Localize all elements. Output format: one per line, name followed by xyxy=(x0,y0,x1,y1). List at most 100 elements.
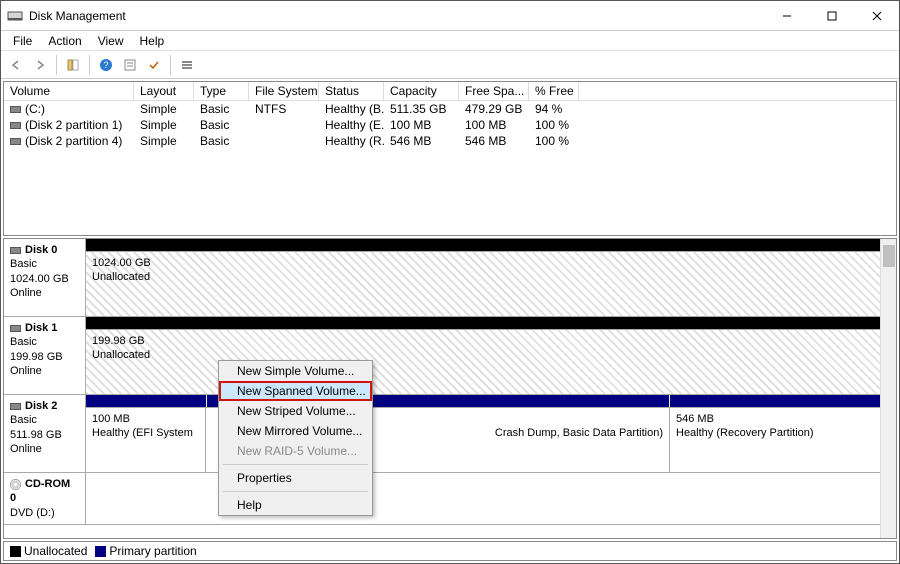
refresh-button[interactable] xyxy=(62,54,84,76)
bar-primary xyxy=(86,395,206,407)
volume-fs: NTFS xyxy=(249,101,319,117)
disk-name: Disk 2 xyxy=(25,400,57,412)
menu-help[interactable]: Help xyxy=(132,32,173,50)
volume-layout: Simple xyxy=(134,101,194,117)
toolbar-separator xyxy=(56,55,57,75)
volume-row[interactable]: (Disk 2 partition 4) Simple Basic Health… xyxy=(4,133,896,149)
list-button[interactable] xyxy=(176,54,198,76)
col-filesystem[interactable]: File System xyxy=(249,82,319,100)
disk-bar xyxy=(86,395,880,407)
window-controls xyxy=(764,1,899,31)
menu-action[interactable]: Action xyxy=(40,32,89,50)
disk-header[interactable]: Disk 1 Basic 199.98 GB Online xyxy=(4,317,86,394)
forward-button[interactable] xyxy=(29,54,51,76)
volume-row[interactable]: (Disk 2 partition 1) Simple Basic Health… xyxy=(4,117,896,133)
partition-size: 546 MB xyxy=(676,412,874,426)
disk-header[interactable]: Disk 2 Basic 511.98 GB Online xyxy=(4,395,86,472)
volume-name: (Disk 2 partition 1) xyxy=(25,118,122,132)
disk-name: Disk 1 xyxy=(25,322,57,334)
disk-management-window: Disk Management File Action View Help ? … xyxy=(0,0,900,564)
col-status[interactable]: Status xyxy=(319,82,384,100)
disk-size: 511.98 GB xyxy=(10,428,79,442)
partition-efi[interactable]: 100 MB Healthy (EFI System xyxy=(86,408,206,472)
disk-partitions: 100 MB Healthy (EFI System Crash Dump, B… xyxy=(86,395,880,472)
volume-capacity: 511.35 GB xyxy=(384,101,459,117)
menu-new-mirrored-volume[interactable]: New Mirrored Volume... xyxy=(219,421,372,441)
partition-size: 100 MB xyxy=(92,412,199,426)
bar-unallocated xyxy=(86,239,880,251)
disk-row: CD-ROM 0 DVD (D:) xyxy=(4,473,896,525)
disk-bar xyxy=(86,239,880,251)
bar-unallocated xyxy=(86,317,880,329)
disk-type: Basic xyxy=(10,257,79,271)
volume-capacity: 100 MB xyxy=(384,117,459,133)
volume-row[interactable]: (C:) Simple Basic NTFS Healthy (B... 511… xyxy=(4,101,896,117)
disk-state: Online xyxy=(10,442,79,456)
col-type[interactable]: Type xyxy=(194,82,249,100)
toolbar-separator xyxy=(89,55,90,75)
minimize-button[interactable] xyxy=(764,1,809,31)
disk-icon xyxy=(10,403,21,410)
disk-partitions: 199.98 GB Unallocated xyxy=(86,317,880,394)
volume-list-pane[interactable]: Volume Layout Type File System Status Ca… xyxy=(3,81,897,236)
volume-type: Basic xyxy=(194,101,249,117)
disk-icon xyxy=(10,247,21,254)
disk-name: Disk 0 xyxy=(25,244,57,256)
volume-icon xyxy=(10,138,21,145)
disk-header[interactable]: CD-ROM 0 DVD (D:) xyxy=(4,473,86,524)
volume-layout: Simple xyxy=(134,133,194,149)
partition-recovery[interactable]: 546 MB Healthy (Recovery Partition) xyxy=(670,408,880,472)
col-pctfree[interactable]: % Free xyxy=(529,82,579,100)
menu-properties[interactable]: Properties xyxy=(219,468,372,488)
legend: Unallocated Primary partition xyxy=(3,541,897,561)
bar-primary xyxy=(670,395,880,407)
legend-primary: Primary partition xyxy=(95,544,196,558)
action-button[interactable] xyxy=(143,54,165,76)
menu-new-striped-volume[interactable]: New Striped Volume... xyxy=(219,401,372,421)
menu-new-simple-volume[interactable]: New Simple Volume... xyxy=(219,361,372,381)
disk-size: 199.98 GB xyxy=(10,350,79,364)
svg-text:?: ? xyxy=(103,60,108,70)
volume-name: (Disk 2 partition 4) xyxy=(25,134,122,148)
volume-pct: 100 % xyxy=(529,117,579,133)
menu-new-raid5-volume: New RAID-5 Volume... xyxy=(219,441,372,461)
disk-header[interactable]: Disk 0 Basic 1024.00 GB Online xyxy=(4,239,86,316)
disk-bar xyxy=(86,317,880,329)
app-icon xyxy=(7,8,23,24)
col-volume[interactable]: Volume xyxy=(4,82,134,100)
cdrom-icon xyxy=(10,479,21,490)
disk-partitions: 1024.00 GB Unallocated xyxy=(86,239,880,316)
settings-button[interactable] xyxy=(119,54,141,76)
menu-view[interactable]: View xyxy=(90,32,132,50)
disk-icon xyxy=(10,325,21,332)
col-layout[interactable]: Layout xyxy=(134,82,194,100)
scrollbar[interactable] xyxy=(880,239,896,538)
disk-partitions xyxy=(86,473,880,524)
back-button[interactable] xyxy=(5,54,27,76)
disk-graphical-pane[interactable]: Disk 0 Basic 1024.00 GB Online 1024.00 G… xyxy=(3,238,897,539)
menu-new-spanned-volume[interactable]: New Spanned Volume... xyxy=(219,381,372,401)
volume-fs xyxy=(249,117,319,133)
titlebar: Disk Management xyxy=(1,1,899,31)
volume-type: Basic xyxy=(194,133,249,149)
disk-state: Online xyxy=(10,286,79,300)
partition-unallocated[interactable]: 199.98 GB Unallocated xyxy=(86,330,880,394)
maximize-button[interactable] xyxy=(809,1,854,31)
menu-file[interactable]: File xyxy=(5,32,40,50)
disk-state: Online xyxy=(10,364,79,378)
menu-help[interactable]: Help xyxy=(219,495,372,515)
volume-pct: 100 % xyxy=(529,133,579,149)
col-capacity[interactable]: Capacity xyxy=(384,82,459,100)
volume-icon xyxy=(10,106,21,113)
volume-free: 100 MB xyxy=(459,117,529,133)
disk-row: Disk 0 Basic 1024.00 GB Online 1024.00 G… xyxy=(4,239,896,317)
disk-sub: DVD (D:) xyxy=(10,506,79,520)
close-button[interactable] xyxy=(854,1,899,31)
col-free[interactable]: Free Spa... xyxy=(459,82,529,100)
disk-type: Basic xyxy=(10,335,79,349)
menubar: File Action View Help xyxy=(1,31,899,51)
partition-label: Unallocated xyxy=(92,348,874,362)
toolbar: ? xyxy=(1,51,899,79)
help-button[interactable]: ? xyxy=(95,54,117,76)
partition-unallocated[interactable]: 1024.00 GB Unallocated xyxy=(86,252,880,316)
